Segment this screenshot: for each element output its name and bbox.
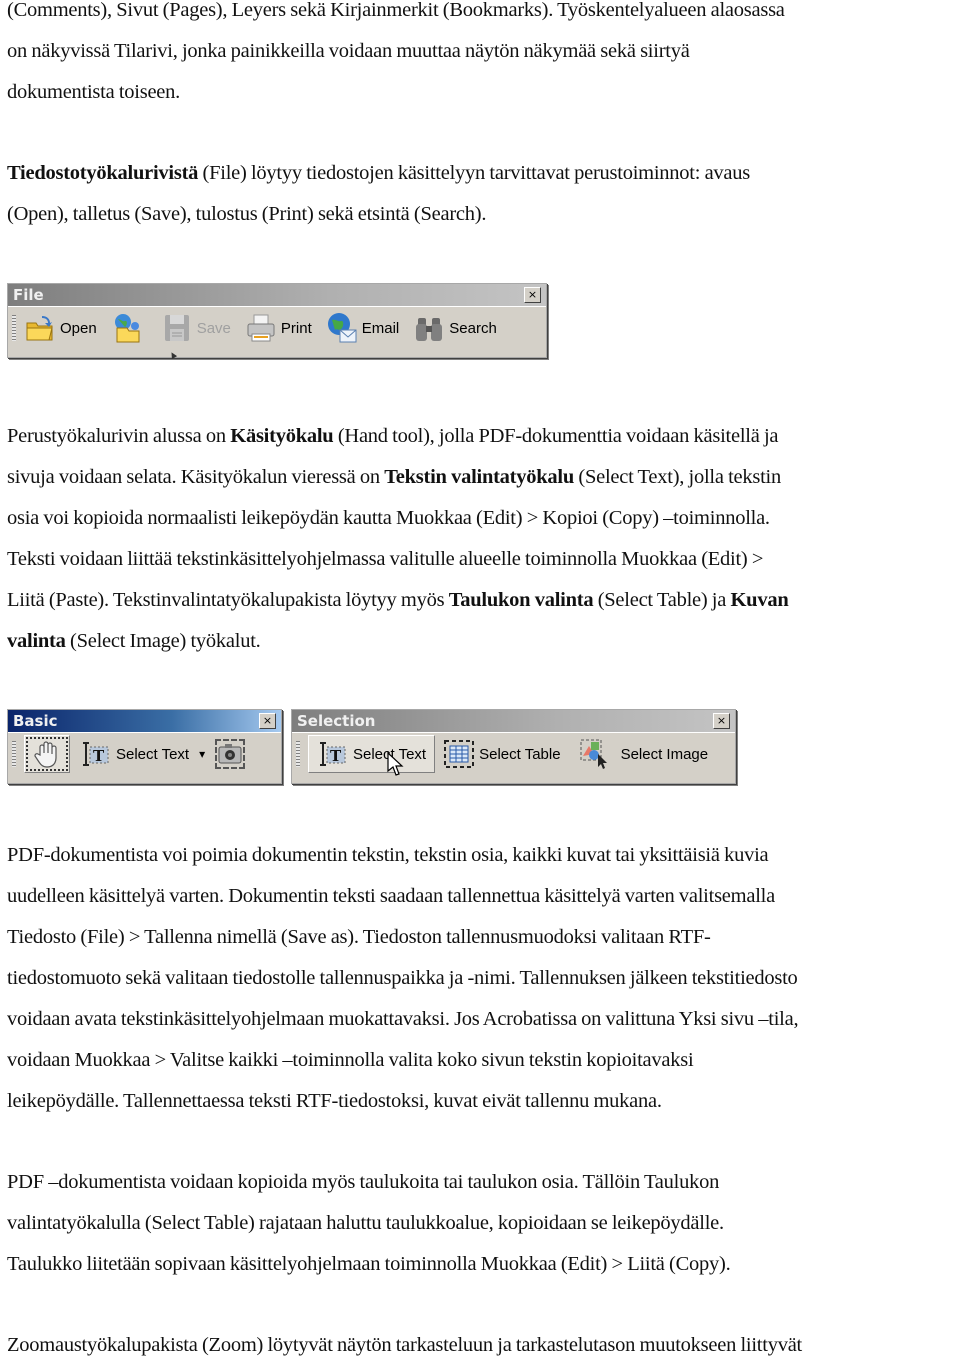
text-fragment: (Select Image) työkalut.	[65, 630, 261, 652]
paragraph-intro: (Comments), Sivut (Pages), Leyers sekä K…	[7, 0, 960, 113]
text-fragment: (Hand tool), jolla PDF-dokumenttia voida…	[333, 425, 779, 447]
text-line: Tiedostotyökalurivistä (File) löytyy tie…	[7, 153, 960, 194]
basic-toolbar-body: T Select Text ▾	[8, 732, 281, 775]
selection-toolbar: Selection × T Select Text Select Table S…	[291, 709, 736, 784]
select-text-icon: T	[80, 738, 112, 770]
text-fragment: Liitä (Paste). Tekstinvalintatyökalupaki…	[7, 589, 449, 611]
text-fragment: Perustyökalurivin alussa on	[7, 425, 231, 447]
open-web-button[interactable]	[111, 312, 147, 344]
text-line: osia voi kopioida normaalisti leikepöydä…	[7, 507, 770, 529]
file-toolbar-titlebar[interactable]: File ×	[8, 284, 546, 306]
email-label: Email	[361, 319, 400, 337]
file-toolbar: File × Open Save Print Email Search	[7, 283, 547, 358]
file-toolbar-body: Open Save Print Email Search	[8, 306, 546, 349]
text-fragment: sivuja voidaan selata. Käsityökalun vier…	[7, 466, 385, 488]
text-line: Teksti voidaan liittää tekstinkäsittelyo…	[7, 548, 764, 570]
text-line: sivuja voidaan selata. Käsityökalun vier…	[7, 457, 960, 498]
floppy-disk-icon	[161, 312, 193, 344]
text-line: leikepöydälle. Tallennettaessa teksti RT…	[7, 1090, 662, 1112]
text-fragment: (File) löytyy tiedostojen käsittelyyn ta…	[198, 162, 751, 184]
close-icon[interactable]: ×	[259, 713, 276, 729]
select-text-button[interactable]: T Select Text	[308, 735, 436, 776]
paragraph-basic-tools: Perustyökalurivin alussa on Käsityökalu …	[7, 416, 960, 662]
selection-toolbar-title: Selection	[297, 712, 376, 730]
globe-envelope-icon	[326, 312, 358, 344]
text-line: Taulukko liitetään sopivaan käsittelyohj…	[7, 1253, 731, 1275]
text-line: uudelleen käsittelyä varten. Dokumentin …	[7, 885, 775, 907]
basic-toolbar-title: Basic	[13, 712, 58, 730]
folder-open-icon	[24, 312, 56, 344]
select-text-label: Select Text	[116, 745, 190, 763]
select-table-icon	[443, 738, 475, 770]
basic-toolbar-titlebar[interactable]: Basic ×	[8, 710, 281, 732]
paragraph-file-toolbar: Tiedostotyökalurivistä (File) löytyy tie…	[7, 153, 960, 235]
email-button[interactable]: Email	[326, 312, 400, 344]
text-line: voidaan avata tekstinkäsittelyohjelmaan …	[7, 1008, 799, 1030]
paragraph-zoom: Zoomaustyökalupakista (Zoom) löytyvät nä…	[7, 1325, 960, 1366]
text-line: valintatyökalulla (Select Table) rajataa…	[7, 1212, 724, 1234]
basic-toolbar: Basic × T Select Text ▾	[7, 709, 282, 784]
file-toolbar-title: File	[13, 286, 44, 304]
text-line: PDF-dokumentista voi poimia dokumentin t…	[7, 844, 769, 866]
select-image-label: Select Image	[620, 745, 709, 763]
text-fragment: (Select Table) ja	[593, 589, 731, 611]
bold-term: Tiedostotyökalurivistä	[7, 162, 199, 184]
toolbar-grip-handle[interactable]	[12, 741, 16, 767]
selection-toolbar-body: T Select Text Select Table Select Image	[292, 732, 735, 776]
open-label: Open	[60, 319, 97, 337]
bold-term: Tekstin valintatyökalu	[384, 466, 575, 488]
open-button[interactable]: Open	[24, 312, 97, 344]
select-text-button[interactable]: T Select Text	[80, 738, 189, 770]
paragraph-extract: PDF-dokumentista voi poimia dokumentin t…	[7, 835, 960, 1122]
text-fragment: (Select Text), jolla tekstin	[574, 466, 781, 488]
text-line: (Open), talletus (Save), tulostus (Print…	[7, 203, 487, 225]
print-label: Print	[280, 319, 312, 337]
toolbar-grip-handle[interactable]	[296, 741, 300, 767]
bold-term: Käsityökalu	[230, 425, 334, 447]
search-button[interactable]: Search	[413, 312, 497, 344]
select-image-icon	[579, 738, 611, 770]
hand-tool-button[interactable]	[24, 735, 70, 773]
select-table-label: Select Table	[479, 745, 561, 763]
hand-icon	[31, 738, 63, 770]
text-line: Perustyökalurivin alussa on Käsityökalu …	[7, 416, 960, 457]
snapshot-button[interactable]	[215, 739, 249, 769]
text-line: Tiedosto (File) > Tallenna nimellä (Save…	[7, 926, 711, 948]
text-line: voidaan Muokkaa > Valitse kaikki –toimin…	[7, 1049, 694, 1071]
binoculars-icon	[413, 312, 445, 344]
print-button[interactable]: Print	[245, 312, 312, 344]
bold-term: Kuvan	[730, 589, 789, 611]
mouse-pointer-icon	[387, 752, 404, 776]
text-line: Liitä (Paste). Tekstinvalintatyökalupaki…	[7, 580, 960, 621]
search-label: Search	[449, 319, 497, 337]
save-button[interactable]: Save	[161, 312, 231, 344]
close-icon[interactable]: ×	[713, 713, 730, 729]
text-line: on näkyvissä Tilarivi, jonka painikkeill…	[7, 40, 690, 62]
svg-text:T: T	[330, 747, 342, 765]
select-image-button[interactable]: Select Image	[579, 738, 709, 770]
text-line: Zoomaustyökalupakista (Zoom) löytyvät nä…	[7, 1334, 802, 1356]
text-line: valinta (Select Image) työkalut.	[7, 621, 960, 662]
text-line: PDF –dokumentista voidaan kopioida myös …	[7, 1171, 720, 1193]
selection-toolbar-titlebar[interactable]: Selection ×	[292, 710, 735, 732]
select-text-icon: T	[317, 738, 349, 770]
bold-term: Taulukon valinta	[448, 589, 594, 611]
text-line: dokumentista toiseen.	[7, 81, 181, 103]
select-table-button[interactable]: Select Table	[443, 738, 561, 770]
folder-web-icon	[111, 312, 143, 344]
bold-term: valinta	[7, 630, 66, 652]
svg-text:T: T	[93, 747, 105, 765]
snapshot-camera-icon	[215, 739, 246, 769]
text-line: (Comments), Sivut (Pages), Leyers sekä K…	[7, 0, 785, 21]
toolbar-grip-handle[interactable]	[12, 315, 16, 341]
select-text-dropdown[interactable]: ▾	[199, 747, 205, 761]
printer-icon	[245, 312, 277, 344]
close-icon[interactable]: ×	[524, 287, 541, 303]
save-label: Save	[196, 319, 231, 337]
paragraph-tables: PDF –dokumentista voidaan kopioida myös …	[7, 1162, 960, 1285]
text-line: tiedostomuoto sekä valitaan tiedostolle …	[7, 967, 798, 989]
